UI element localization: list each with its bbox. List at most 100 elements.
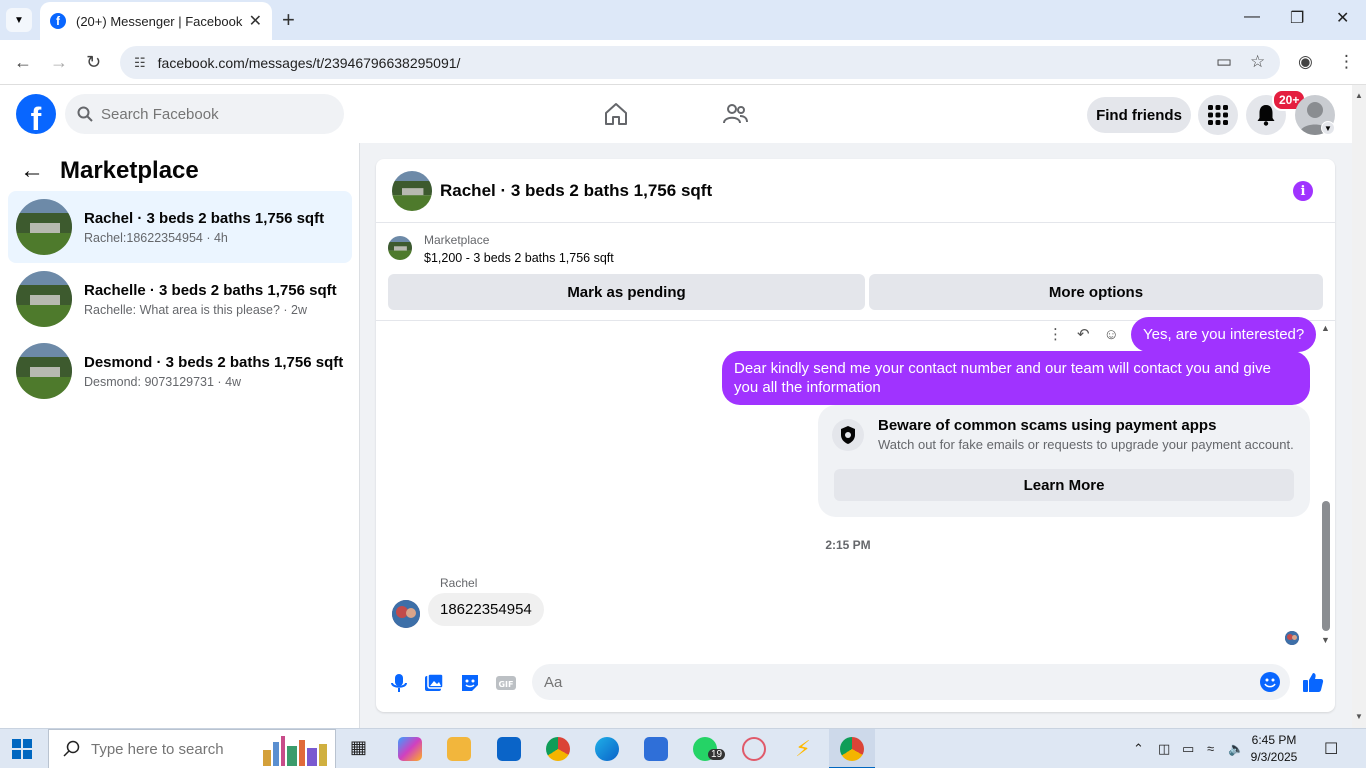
back-arrow-icon[interactable]: ← bbox=[20, 157, 44, 185]
chrome-profile-icon[interactable] bbox=[840, 737, 864, 761]
facebook-logo-icon[interactable]: f bbox=[16, 94, 56, 134]
bell-icon bbox=[1257, 105, 1275, 126]
bookmark-star-icon[interactable]: ☆ bbox=[1250, 52, 1265, 72]
conversation-preview: Desmond: 9073129731 · 4w bbox=[84, 374, 242, 389]
browser-tab-messenger[interactable]: f (20+) Messenger | Facebook ✕ bbox=[40, 2, 272, 40]
photo-icon[interactable] bbox=[423, 672, 445, 694]
page-scrollbar[interactable]: ▲ ▼ bbox=[1352, 85, 1366, 728]
messenger-page: ← Marketplace Rachel · 3 beds 2 baths 1,… bbox=[0, 143, 1352, 728]
more-options-button[interactable]: More options bbox=[869, 274, 1323, 310]
chat-listing-thumbnail[interactable] bbox=[392, 170, 432, 211]
scam-warning-title: Beware of common scams using payment app… bbox=[878, 417, 1217, 434]
search-icon bbox=[77, 106, 93, 122]
close-window-icon[interactable]: ✕ bbox=[1336, 8, 1349, 28]
listing-summary[interactable]: $1,200 - 3 beds 2 baths 1,756 sqft bbox=[424, 251, 614, 265]
scroll-down-icon[interactable]: ▼ bbox=[1321, 635, 1330, 645]
restore-window-icon[interactable]: ❐ bbox=[1290, 8, 1304, 28]
info-icon[interactable]: i bbox=[1293, 181, 1313, 201]
minimize-window-icon[interactable]: — bbox=[1244, 8, 1260, 26]
outgoing-message[interactable]: Dear kindly send me your contact number … bbox=[722, 351, 1310, 405]
listing-thumbnail bbox=[16, 199, 72, 255]
message-thread: ⋮ ↶ ☺ Yes, are you interested? Dear kind… bbox=[376, 317, 1335, 646]
menu-button[interactable] bbox=[1198, 95, 1238, 135]
marketplace-sidebar: ← Marketplace Rachel · 3 beds 2 baths 1,… bbox=[0, 143, 360, 728]
conversation-preview: Rachelle: What area is this please? · 2w bbox=[84, 302, 308, 317]
message-input[interactable] bbox=[544, 673, 1234, 691]
message-input-box[interactable] bbox=[532, 664, 1290, 700]
scroll-up-icon[interactable]: ▲ bbox=[1321, 323, 1330, 333]
tab-search-button[interactable]: ▼ bbox=[6, 8, 32, 32]
chat-title[interactable]: Rachel · 3 beds 2 baths 1,756 sqft bbox=[440, 181, 712, 201]
chevron-up-icon[interactable]: ⌃ bbox=[1133, 741, 1144, 757]
more-vertical-icon[interactable]: ⋮ bbox=[1048, 325, 1063, 343]
message-actions: ⋮ ↶ ☺ bbox=[1048, 325, 1119, 344]
incoming-message[interactable]: 18622354954 bbox=[428, 593, 544, 626]
taskbar-search-input[interactable] bbox=[91, 740, 251, 758]
conversation-preview: Rachel:18622354954 · 4h bbox=[84, 230, 228, 245]
thread-scrollbar[interactable]: ▲ ▼ bbox=[1320, 321, 1332, 646]
chat-panel: Rachel · 3 beds 2 baths 1,756 sqft i Mar… bbox=[376, 159, 1335, 712]
reload-icon[interactable]: ↻ bbox=[86, 52, 101, 73]
task-view-icon[interactable]: ▦ bbox=[350, 737, 374, 761]
scam-warning-card: Beware of common scams using payment app… bbox=[818, 405, 1310, 517]
gif-icon[interactable]: GIF bbox=[495, 672, 517, 694]
reply-icon[interactable]: ↶ bbox=[1077, 325, 1090, 343]
sender-avatar[interactable] bbox=[392, 600, 420, 628]
file-explorer-icon[interactable] bbox=[447, 737, 471, 761]
sticker-icon[interactable] bbox=[459, 672, 481, 694]
svg-text:GIF: GIF bbox=[498, 680, 513, 689]
microsoft-store-icon[interactable] bbox=[644, 737, 668, 761]
facebook-search-input[interactable] bbox=[101, 105, 321, 123]
address-bar[interactable]: ☷ facebook.com/messages/t/23946796638295… bbox=[120, 46, 1280, 79]
home-icon[interactable] bbox=[603, 101, 629, 127]
windows-start-icon[interactable] bbox=[12, 739, 32, 759]
device-icon[interactable]: ◫ bbox=[1158, 741, 1170, 757]
back-arrow-icon[interactable]: ← bbox=[14, 52, 32, 73]
facebook-search-box[interactable] bbox=[65, 94, 344, 134]
conversation-item-rachel[interactable]: Rachel · 3 beds 2 baths 1,756 sqft Rache… bbox=[8, 191, 352, 263]
snipping-tool-icon[interactable] bbox=[742, 737, 766, 761]
wifi-icon[interactable]: ≈ bbox=[1207, 741, 1214, 756]
taskbar-search-box[interactable] bbox=[48, 729, 336, 768]
chat-header: Rachel · 3 beds 2 baths 1,756 sqft i bbox=[376, 159, 1335, 223]
find-friends-button[interactable]: Find friends bbox=[1087, 97, 1191, 133]
listing-thumbnail bbox=[16, 343, 72, 399]
close-tab-icon[interactable]: ✕ bbox=[249, 11, 262, 31]
scam-warning-description: Watch out for fake emails or requests to… bbox=[878, 437, 1294, 452]
microphone-icon[interactable] bbox=[388, 672, 410, 694]
outlook-icon[interactable] bbox=[497, 737, 521, 761]
notification-center-icon[interactable]: ☐ bbox=[1324, 739, 1338, 759]
chrome-icon[interactable] bbox=[546, 737, 570, 761]
mark-as-pending-button[interactable]: Mark as pending bbox=[388, 274, 865, 310]
forward-arrow-icon[interactable]: → bbox=[50, 52, 68, 73]
seen-indicator-avatar bbox=[1285, 631, 1299, 645]
learn-more-button[interactable]: Learn More bbox=[834, 469, 1294, 501]
power-automate-icon[interactable]: ⚡ bbox=[791, 737, 815, 761]
new-tab-button[interactable]: + bbox=[282, 8, 295, 32]
browser-menu-icon[interactable]: ⋮ bbox=[1338, 52, 1355, 72]
react-smiley-icon[interactable]: ☺ bbox=[1104, 326, 1119, 343]
emoji-icon[interactable] bbox=[1260, 672, 1280, 692]
chevron-down-icon[interactable]: ▼ bbox=[1321, 121, 1335, 135]
friends-icon[interactable] bbox=[722, 101, 748, 127]
conversation-item-rachelle[interactable]: Rachelle · 3 beds 2 baths 1,756 sqft Rac… bbox=[8, 263, 352, 335]
facebook-favicon-icon: f bbox=[50, 13, 66, 29]
install-app-icon[interactable]: ▭ bbox=[1216, 52, 1232, 72]
copilot-icon[interactable] bbox=[398, 737, 422, 761]
thumbs-up-icon[interactable] bbox=[1301, 670, 1325, 694]
site-info-icon[interactable]: ☷ bbox=[134, 55, 146, 71]
scroll-down-icon[interactable]: ▼ bbox=[1355, 712, 1363, 721]
outgoing-message[interactable]: Yes, are you interested? bbox=[1131, 317, 1317, 352]
battery-icon[interactable]: ▭ bbox=[1182, 741, 1194, 757]
grid-menu-icon bbox=[1208, 105, 1228, 125]
edge-icon[interactable] bbox=[595, 737, 619, 761]
scrollbar-thumb[interactable] bbox=[1322, 501, 1330, 631]
listing-thumbnail bbox=[16, 271, 72, 327]
windows-taskbar: ▦ 19 ⚡ ⌃ ◫ ▭ ≈ 🔈 6:45 PM 9/3/2025 ☐ bbox=[0, 728, 1366, 768]
conversation-item-desmond[interactable]: Desmond · 3 beds 2 baths 1,756 sqft Desm… bbox=[8, 335, 352, 407]
scroll-up-icon[interactable]: ▲ bbox=[1355, 91, 1363, 100]
system-clock[interactable]: 6:45 PM 9/3/2025 bbox=[1242, 732, 1306, 766]
whatsapp-badge: 19 bbox=[708, 749, 726, 760]
profile-icon[interactable]: ◉ bbox=[1298, 52, 1313, 72]
listing-thumbnail-small[interactable] bbox=[388, 236, 412, 260]
